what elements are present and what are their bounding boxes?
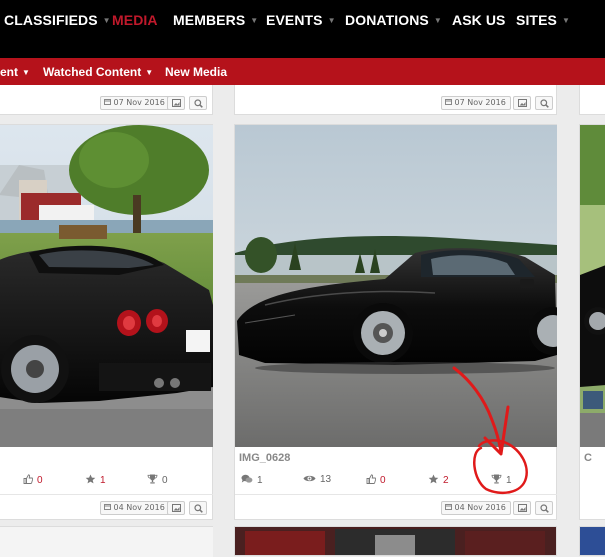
annotation-overlay xyxy=(452,366,528,495)
